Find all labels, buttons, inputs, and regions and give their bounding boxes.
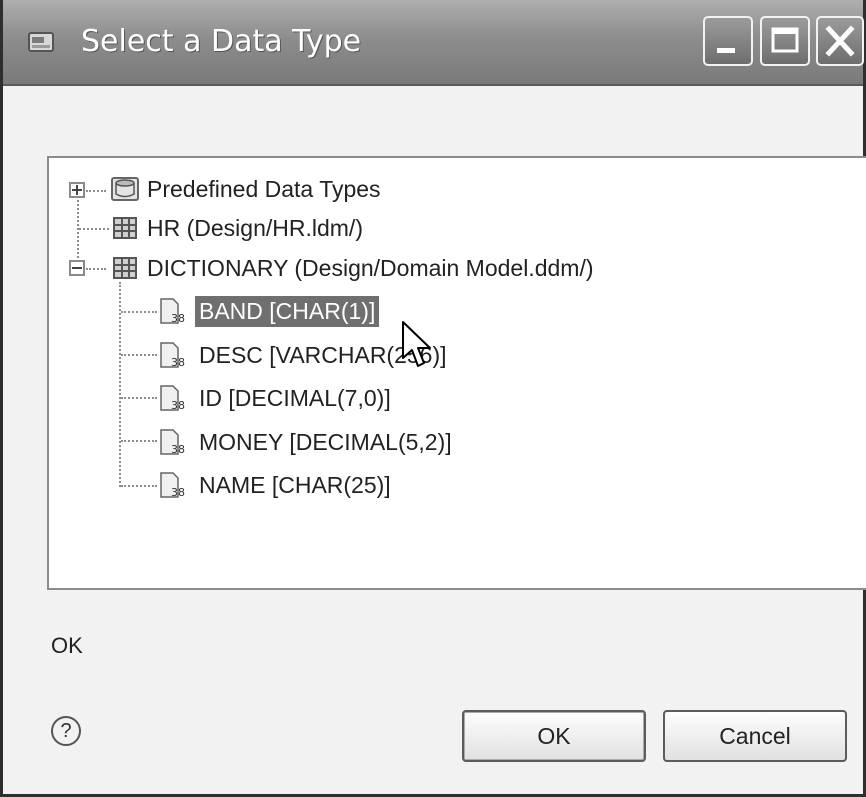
svg-text:38: 38: [171, 356, 185, 369]
minimize-button[interactable]: [703, 16, 753, 66]
collapse-toggle-dictionary[interactable]: [69, 260, 85, 276]
dialog-icon: [28, 32, 54, 52]
tree-item-hr[interactable]: HR (Design/HR.ldm/): [109, 211, 367, 245]
maximize-icon: [771, 27, 799, 53]
minimize-icon: [717, 48, 735, 53]
tree-item-label: BAND [CHAR(1)]: [195, 295, 380, 327]
title-bar[interactable]: Select a Data Type: [3, 0, 864, 86]
dialog-title: Select a Data Type: [81, 24, 362, 59]
tree-item-label: HR (Design/HR.ldm/): [147, 214, 363, 241]
tree-item-label: MONEY [DECIMAL(5,2)]: [199, 428, 452, 455]
tree-item-id[interactable]: 38 ID [DECIMAL(7,0)]: [157, 381, 395, 415]
data-type-icon: 38: [160, 429, 185, 456]
table-model-icon: [113, 257, 137, 279]
expand-toggle-predefined[interactable]: [69, 182, 85, 198]
tree-item-label: Predefined Data Types: [147, 175, 381, 202]
tree-item-label: ID [DECIMAL(7,0)]: [199, 384, 391, 411]
cancel-button[interactable]: Cancel: [663, 710, 847, 762]
svg-text:38: 38: [171, 399, 185, 412]
data-type-icon: 38: [160, 472, 185, 499]
tree-item-label: DICTIONARY (Design/Domain Model.ddm/): [147, 254, 594, 281]
tree-item-label: NAME [CHAR(25)]: [199, 471, 391, 498]
tree-item-dictionary[interactable]: DICTIONARY (Design/Domain Model.ddm/): [109, 251, 598, 285]
ok-button[interactable]: OK: [462, 710, 646, 762]
status-message: OK: [51, 633, 83, 658]
help-icon[interactable]: ?: [51, 716, 81, 746]
tree-item-predefined-data-types[interactable]: Predefined Data Types: [109, 172, 385, 206]
data-type-icon: 38: [160, 385, 185, 412]
data-type-icon: 38: [160, 342, 185, 369]
data-type-icon: 38: [160, 298, 185, 325]
maximize-button[interactable]: [760, 16, 810, 66]
mouse-pointer-icon: [402, 321, 431, 367]
close-button[interactable]: [816, 16, 864, 66]
svg-text:38: 38: [171, 486, 185, 499]
data-type-tree[interactable]: Predefined Data Types HR (Design/HR.ldm/…: [47, 156, 866, 590]
select-data-type-dialog: Select a Data Type Predefined Data Types…: [0, 0, 866, 797]
database-folder-icon: [111, 177, 139, 201]
table-model-icon: [113, 217, 137, 239]
tree-item-money[interactable]: 38 MONEY [DECIMAL(5,2)]: [157, 425, 456, 459]
svg-text:38: 38: [171, 312, 185, 325]
tree-item-band[interactable]: 38 BAND [CHAR(1)]: [157, 294, 380, 328]
svg-text:38: 38: [171, 443, 185, 456]
close-icon: [825, 25, 855, 57]
tree-item-name[interactable]: 38 NAME [CHAR(25)]: [157, 468, 395, 502]
